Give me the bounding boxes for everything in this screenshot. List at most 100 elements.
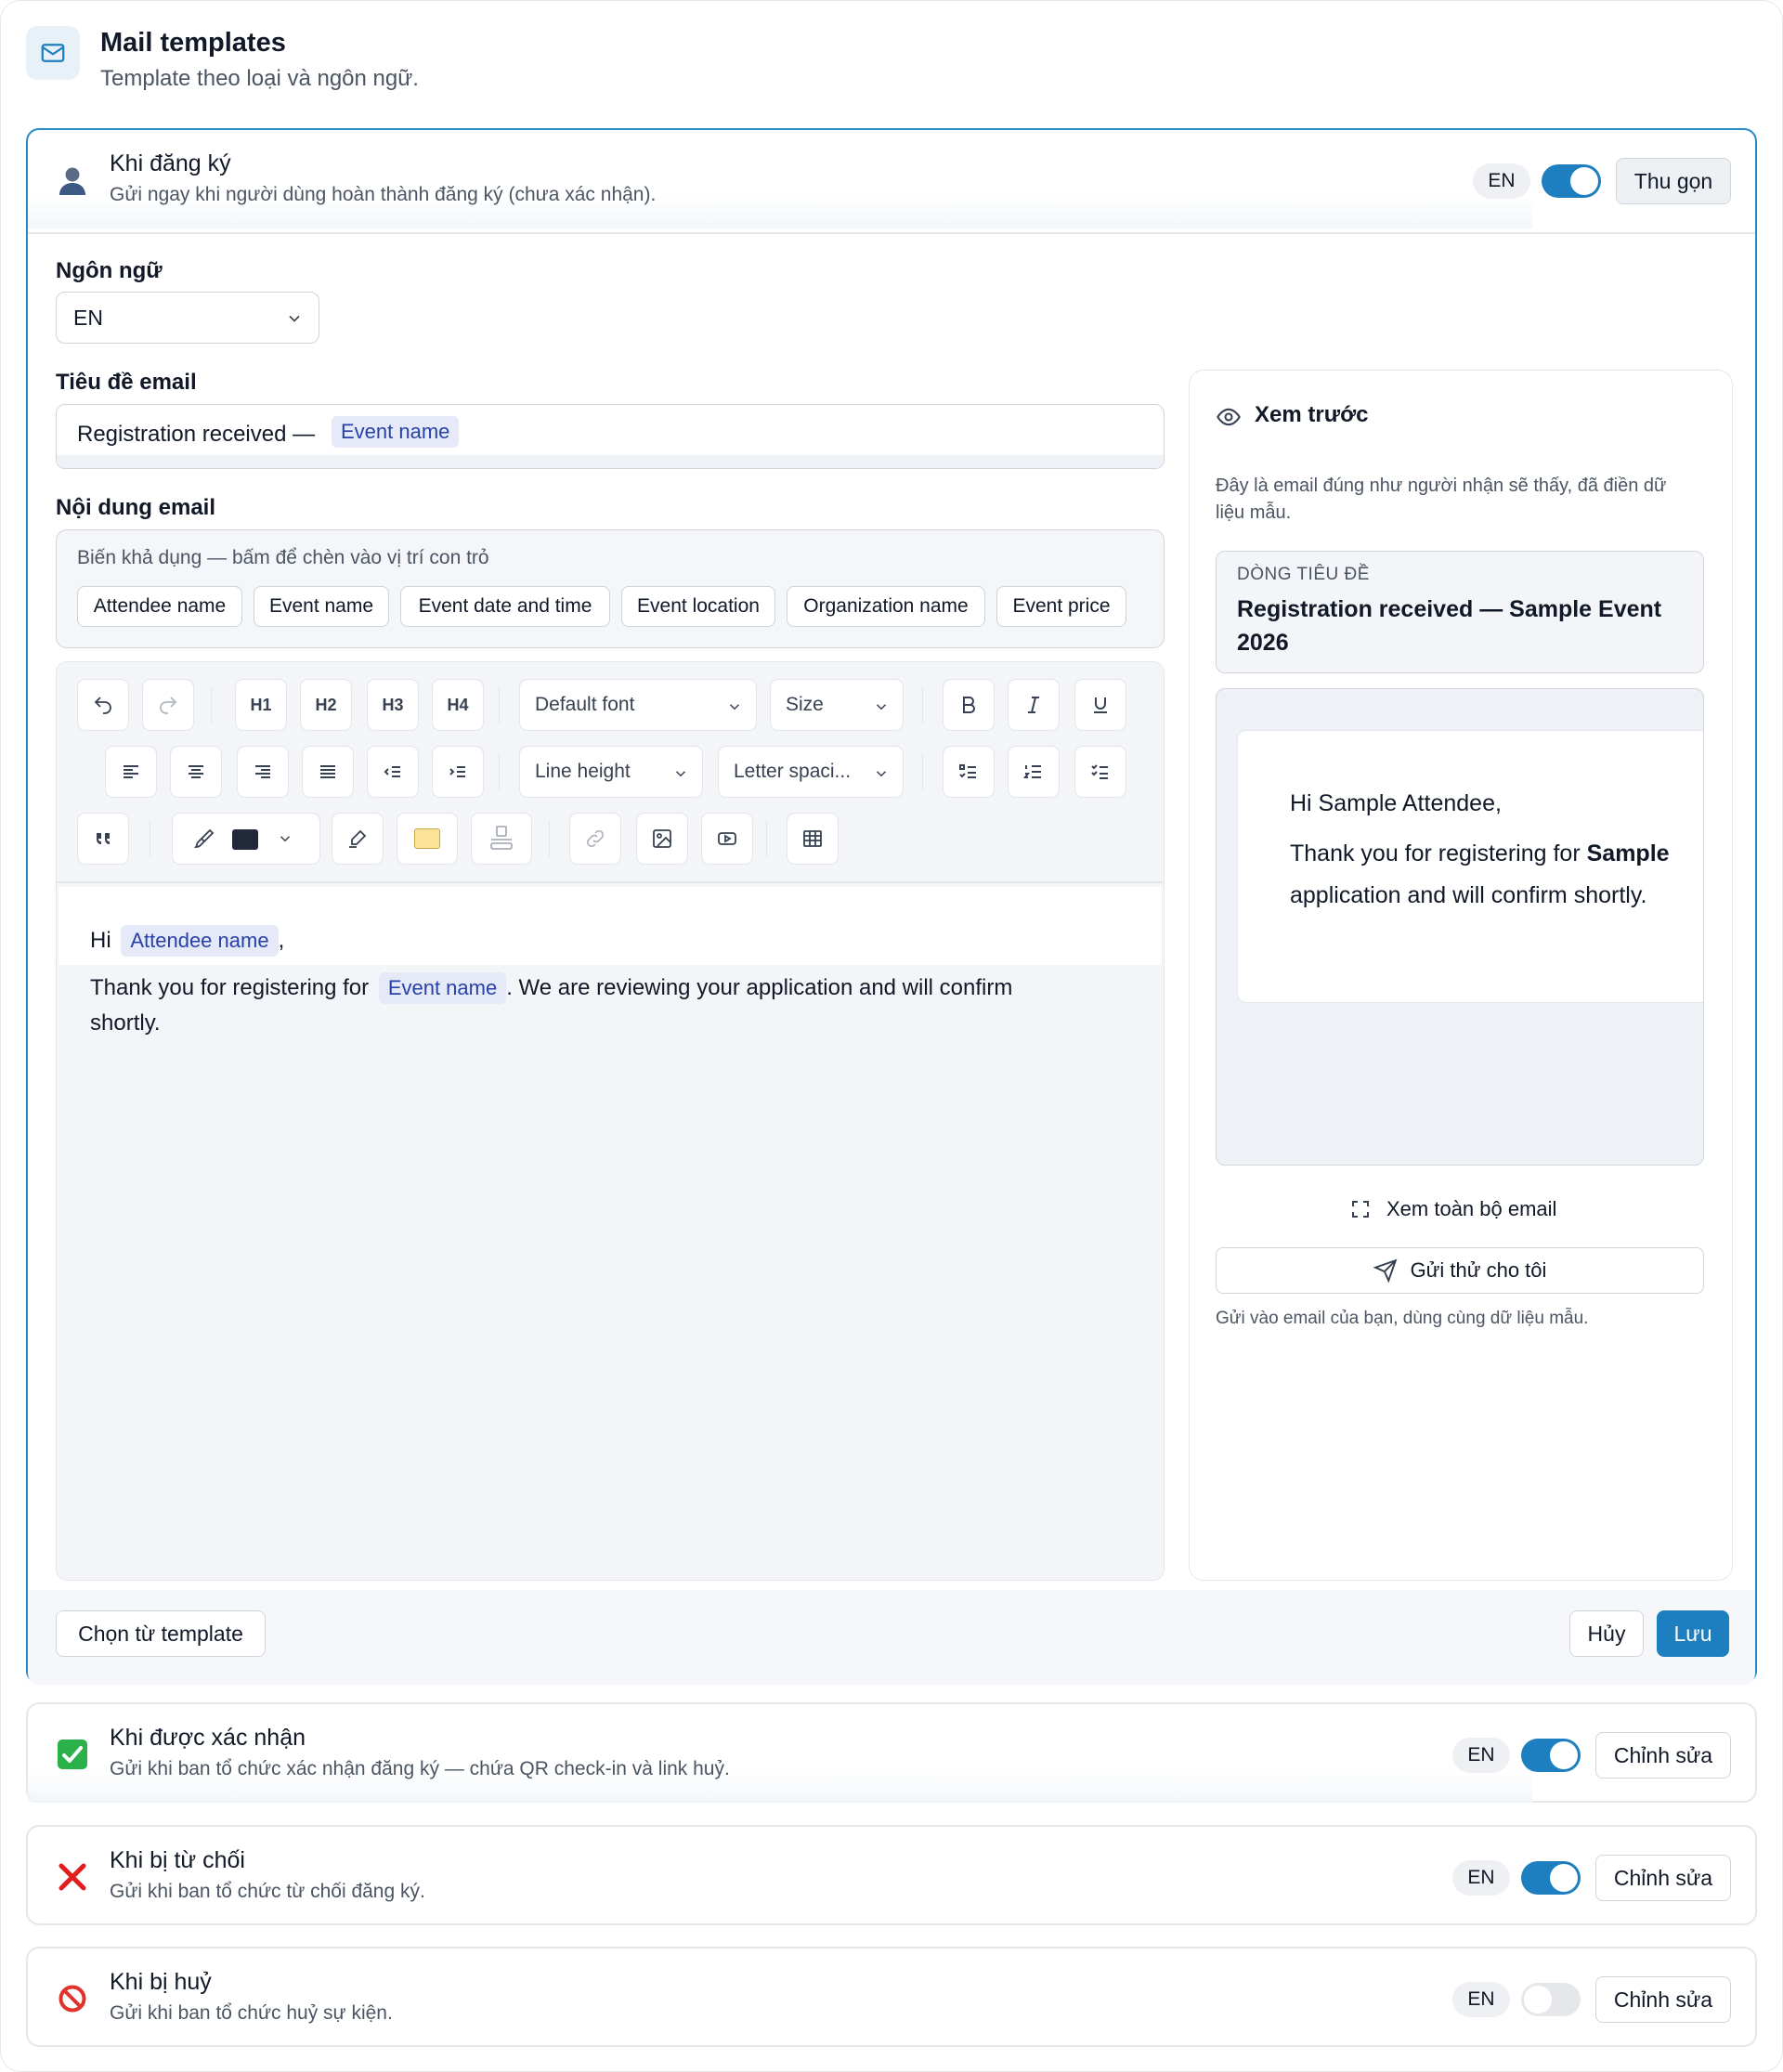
card-header[interactable]: Khi được xác nhận Gửi khi ban tổ chức xá… bbox=[28, 1704, 1755, 1806]
ordered-list-button[interactable] bbox=[1008, 746, 1060, 798]
page-title: Mail templates bbox=[100, 28, 286, 58]
line-height-select[interactable]: Line height bbox=[519, 746, 703, 798]
card-title: Khi bị từ chối bbox=[110, 1847, 245, 1873]
align-left-button[interactable] bbox=[105, 746, 157, 798]
font-family-value: Default font bbox=[535, 694, 635, 715]
toolbar-separator bbox=[766, 820, 767, 857]
bullet-list-icon bbox=[959, 764, 976, 778]
rich-text-editor: H1 H2 H3 H4 Default font Size Line heigh… bbox=[56, 661, 1165, 1581]
toggle-knob bbox=[1570, 167, 1598, 195]
send-test-button[interactable]: Gửi thử cho tôi bbox=[1216, 1247, 1704, 1294]
undo-button[interactable] bbox=[77, 679, 129, 731]
chevron-down-icon bbox=[873, 765, 890, 788]
highlight-color-swatch bbox=[414, 828, 440, 849]
variable-event-location[interactable]: Event location bbox=[621, 586, 775, 627]
language-badge: EN bbox=[1452, 1982, 1510, 2017]
align-left-icon bbox=[124, 765, 138, 778]
card-header[interactable]: Khi đăng ký Gửi ngay khi người dùng hoàn… bbox=[28, 130, 1755, 232]
edit-button[interactable]: Chỉnh sửa bbox=[1595, 1855, 1731, 1901]
enabled-toggle[interactable] bbox=[1521, 1739, 1581, 1772]
editor-body-line[interactable]: Thank you for registering for Event name… bbox=[90, 972, 1012, 1004]
cross-mark-icon bbox=[54, 1858, 91, 1896]
horizontal-rule-button[interactable] bbox=[471, 813, 532, 865]
card-title: Khi bị huỷ bbox=[110, 1969, 212, 1995]
variable-event-price[interactable]: Event price bbox=[996, 586, 1126, 627]
align-right-icon bbox=[255, 765, 270, 778]
language-select[interactable]: EN bbox=[56, 292, 319, 344]
toggle-knob bbox=[1550, 1741, 1578, 1769]
align-justify-button[interactable] bbox=[302, 746, 354, 798]
subject-variable-chip[interactable]: Event name bbox=[332, 416, 460, 448]
person-icon bbox=[54, 162, 91, 199]
text-color-picker[interactable] bbox=[172, 813, 320, 865]
view-full-email-link[interactable]: Xem toàn bộ email bbox=[1349, 1197, 1556, 1221]
highlight-button[interactable] bbox=[332, 813, 384, 865]
eye-icon bbox=[1216, 404, 1242, 435]
card-header[interactable]: Khi bị từ chối Gửi khi ban tổ chức từ ch… bbox=[28, 1827, 1755, 1929]
toggle-knob bbox=[1524, 1986, 1552, 2013]
undo-icon bbox=[94, 697, 111, 714]
heading-1-button[interactable]: H1 bbox=[235, 679, 287, 731]
editor-body-line-2[interactable]: shortly. bbox=[90, 1010, 161, 1036]
variables-panel: Biến khả dụng — bấm để chèn vào vị trí c… bbox=[56, 529, 1165, 648]
enabled-toggle[interactable] bbox=[1521, 1861, 1581, 1895]
horizontal-rule-icon bbox=[490, 826, 513, 850]
body-variable-chip[interactable]: Event name bbox=[378, 972, 507, 1004]
variable-organization-name[interactable]: Organization name bbox=[787, 586, 985, 627]
bold-button[interactable] bbox=[943, 679, 995, 731]
save-button[interactable]: Lưu bbox=[1657, 1610, 1729, 1657]
redo-button[interactable] bbox=[142, 679, 194, 731]
letter-spacing-select[interactable]: Letter spaci... bbox=[718, 746, 904, 798]
cancel-button[interactable]: Hủy bbox=[1569, 1610, 1644, 1657]
align-right-button[interactable] bbox=[237, 746, 289, 798]
collapse-button[interactable]: Thu gọn bbox=[1616, 158, 1731, 204]
preview-mail-line-1-bold: Sample bbox=[1586, 841, 1670, 867]
variable-event-name[interactable]: Event name bbox=[254, 586, 389, 627]
preview-mail-card: Hi Sample Attendee, Thank you for regist… bbox=[1237, 730, 1703, 1003]
font-family-select[interactable]: Default font bbox=[519, 679, 757, 731]
enabled-toggle[interactable] bbox=[1521, 1983, 1581, 2016]
subject-input[interactable]: Registration received — Event name bbox=[56, 404, 1165, 469]
card-footer bbox=[28, 1590, 1755, 1685]
highlighter-icon bbox=[349, 829, 367, 848]
enabled-toggle[interactable] bbox=[1542, 164, 1601, 198]
align-center-icon bbox=[189, 765, 203, 778]
align-justify-icon bbox=[320, 765, 335, 778]
edit-button[interactable]: Chỉnh sửa bbox=[1595, 1976, 1731, 2023]
card-description: Gửi khi ban tổ chức từ chối đăng ký. bbox=[110, 1881, 425, 1902]
heading-2-button[interactable]: H2 bbox=[300, 679, 352, 731]
template-card-rejected: Khi bị từ chối Gửi khi ban tổ chức từ ch… bbox=[26, 1825, 1757, 1925]
heading-3-button[interactable]: H3 bbox=[367, 679, 419, 731]
variable-attendee-name[interactable]: Attendee name bbox=[77, 586, 242, 627]
edit-button[interactable]: Chỉnh sửa bbox=[1595, 1732, 1731, 1779]
preview-note-line-2: liệu mẫu. bbox=[1216, 502, 1292, 523]
video-button[interactable] bbox=[701, 813, 753, 865]
body-label: Nội dung email bbox=[56, 495, 216, 520]
variable-event-date-time[interactable]: Event date and time bbox=[400, 586, 610, 627]
template-card-registration: Khi đăng ký Gửi ngay khi người dùng hoàn… bbox=[26, 128, 1757, 1685]
task-list-button[interactable] bbox=[1074, 746, 1126, 798]
table-button[interactable] bbox=[787, 813, 839, 865]
link-icon bbox=[586, 829, 605, 848]
blockquote-button[interactable] bbox=[77, 813, 129, 865]
bullet-list-button[interactable] bbox=[943, 746, 995, 798]
card-header[interactable]: Khi bị huỷ Gửi khi ban tổ chức huỷ sự ki… bbox=[28, 1948, 1755, 2051]
italic-button[interactable] bbox=[1008, 679, 1060, 731]
preview-mail-frame: Hi Sample Attendee, Thank you for regist… bbox=[1216, 688, 1704, 1166]
greeting-variable-chip[interactable]: Attendee name bbox=[121, 925, 279, 957]
toolbar-separator bbox=[549, 820, 550, 857]
font-size-select[interactable]: Size bbox=[770, 679, 904, 731]
align-center-button[interactable] bbox=[170, 746, 222, 798]
image-icon bbox=[653, 829, 671, 848]
choose-template-button[interactable]: Chọn từ template bbox=[56, 1610, 266, 1657]
toolbar-separator bbox=[499, 753, 500, 790]
underline-button[interactable] bbox=[1074, 679, 1126, 731]
highlight-color-picker[interactable] bbox=[397, 813, 458, 865]
indent-button[interactable] bbox=[432, 746, 484, 798]
link-button[interactable] bbox=[569, 813, 621, 865]
image-button[interactable] bbox=[636, 813, 688, 865]
expand-icon bbox=[1352, 1201, 1369, 1218]
editor-greeting-line[interactable]: Hi Attendee name, bbox=[90, 925, 284, 957]
outdent-button[interactable] bbox=[367, 746, 419, 798]
heading-4-button[interactable]: H4 bbox=[432, 679, 484, 731]
